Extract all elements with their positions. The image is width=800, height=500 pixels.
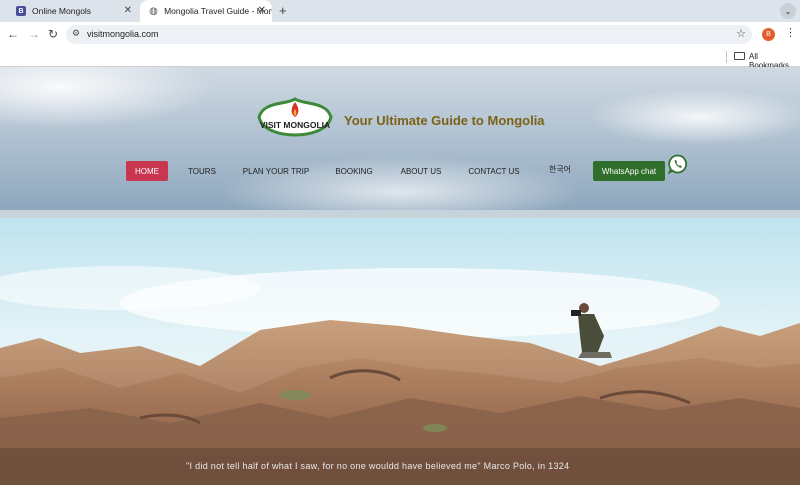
nav-contact-us[interactable]: CONTACT US — [467, 161, 521, 181]
tab-mongolia-travel-guide[interactable]: ◍ Mongolia Travel Guide - Mongo ✕ — [140, 0, 272, 22]
tab-online-mongols[interactable]: B Online Mongols ✕ — [8, 0, 138, 22]
site-tagline: Your Ultimate Guide to Mongolia — [344, 113, 545, 128]
marco-polo-quote: "I did not tell half of what I saw, for … — [186, 461, 570, 471]
address-bar[interactable]: ⚙ visitmongolia.com ☆ — [66, 25, 752, 44]
site-header: VISIT MONGOLIA Your Ultimate Guide to Mo… — [0, 67, 800, 210]
tab-search-chevron-icon[interactable]: ⌄ — [780, 3, 796, 19]
close-tab-icon[interactable]: ✕ — [258, 5, 266, 17]
nav-home[interactable]: HOME — [126, 161, 168, 181]
site-info-icon[interactable]: ⚙ — [72, 28, 80, 39]
new-tab-plus-icon[interactable]: + — [279, 3, 287, 18]
back-arrow-icon[interactable]: ← — [7, 27, 19, 41]
nav-korean[interactable]: 한국어 — [546, 159, 574, 179]
visit-mongolia-logo[interactable]: VISIT MONGOLIA — [256, 97, 334, 137]
forward-arrow-icon[interactable]: → — [28, 27, 40, 41]
bookmark-star-icon[interactable]: ☆ — [736, 27, 746, 40]
folder-icon[interactable] — [734, 52, 745, 60]
bookmarks-bar: All Bookmarks — [0, 47, 800, 70]
tab-strip: B Online Mongols ✕ ◍ Mongolia Travel Gui… — [0, 0, 800, 22]
hero-image-rocks — [0, 218, 800, 485]
address-url[interactable]: visitmongolia.com — [87, 29, 159, 39]
reload-icon[interactable]: ↻ — [48, 27, 58, 41]
tab-title: Online Mongols — [32, 6, 92, 16]
nav-plan-your-trip[interactable]: PLAN YOUR TRIP — [242, 161, 310, 181]
whatsapp-chat-button[interactable]: WhatsApp chat — [593, 161, 665, 181]
page-bottom-strip — [0, 487, 800, 500]
browser-toolbar: ← → ↻ ⚙ visitmongolia.com ☆ — [0, 22, 800, 47]
logo-text: VISIT MONGOLIA — [260, 120, 330, 130]
nav-about-us[interactable]: ABOUT US — [399, 161, 443, 181]
bootstrap-favicon-icon: B — [16, 6, 26, 16]
whatsapp-icon[interactable] — [668, 154, 688, 174]
divider — [726, 51, 727, 63]
header-divider-band — [0, 210, 800, 218]
tab-title: Mongolia Travel Guide - Mongo — [164, 6, 272, 16]
nav-booking[interactable]: BOOKING — [334, 161, 374, 181]
website-viewport: VISIT MONGOLIA Your Ultimate Guide to Mo… — [0, 67, 800, 500]
nav-tours[interactable]: TOURS — [184, 161, 220, 181]
globe-favicon-icon: ◍ — [149, 5, 158, 17]
kebab-menu-icon[interactable]: ⋮ — [785, 26, 796, 39]
profile-avatar[interactable]: B — [762, 28, 775, 41]
close-tab-icon[interactable]: ✕ — [124, 5, 132, 17]
